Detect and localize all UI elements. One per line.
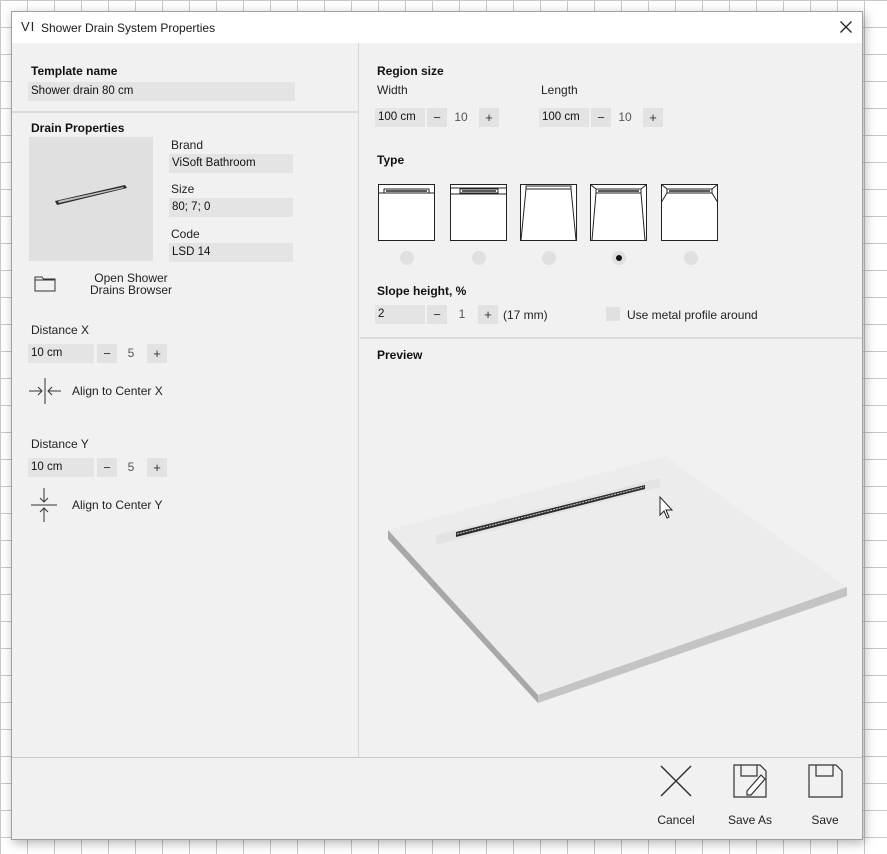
brand-value: ViSoft Bathroom — [169, 154, 293, 173]
drain-image — [55, 185, 127, 205]
type-option-4-icon[interactable] — [590, 184, 647, 241]
slope-mm-readout: (17 mm) — [503, 308, 548, 322]
align-center-x-button[interactable]: Align to Center X — [28, 377, 178, 405]
save-as-label: Save As — [727, 813, 773, 827]
type-title: Type — [377, 153, 405, 167]
slope-decrement[interactable]: − — [427, 305, 447, 324]
size-value: 80; 7; 0 — [169, 198, 293, 217]
type-option-3-icon[interactable] — [520, 184, 577, 241]
save-button[interactable]: Save — [792, 758, 858, 840]
distance-y-label: Distance Y — [31, 437, 89, 451]
align-center-y-icon — [31, 488, 57, 522]
save-icon — [808, 764, 843, 798]
distance-y-decrement[interactable]: − — [97, 458, 117, 477]
width-step: 10 — [454, 110, 468, 124]
type-option-2-icon[interactable] — [450, 184, 507, 241]
slope-height-input[interactable]: 2 — [375, 305, 425, 324]
title-bar: VI Shower Drain System Properties — [12, 12, 862, 43]
open-browser-label: Open Shower Drains Browser — [89, 271, 173, 297]
left-pane: Template name Shower drain 80 cm Drain P… — [12, 43, 359, 757]
length-increment[interactable]: + — [643, 108, 663, 127]
align-center-x-label: Align to Center X — [72, 384, 163, 398]
divider — [12, 111, 359, 113]
slope-step: 1 — [458, 307, 466, 321]
width-input[interactable]: 100 cm — [375, 108, 425, 127]
type-option-5-icon[interactable] — [661, 184, 718, 241]
distance-x-input[interactable]: 10 cm — [28, 344, 94, 363]
size-label: Size — [171, 182, 195, 196]
length-step: 10 — [618, 110, 632, 124]
cancel-label: Cancel — [657, 813, 695, 827]
length-decrement[interactable]: − — [591, 108, 611, 127]
metal-profile-label: Use metal profile around — [627, 308, 758, 322]
distance-y-increment[interactable]: + — [147, 458, 167, 477]
brand-label: Brand — [171, 138, 204, 152]
distance-y-input[interactable]: 10 cm — [28, 458, 94, 477]
folder-icon — [34, 276, 56, 292]
drain-properties-title: Drain Properties — [31, 121, 125, 135]
distance-x-increment[interactable]: + — [147, 344, 167, 363]
cancel-button[interactable]: Cancel — [643, 758, 709, 840]
right-pane: Region size Width 100 cm − 10 + Length 1… — [360, 43, 862, 757]
region-size-title: Region size — [377, 64, 444, 78]
distance-x-decrement[interactable]: − — [97, 344, 117, 363]
cancel-x-icon — [660, 765, 692, 797]
width-label: Width — [377, 83, 408, 97]
template-name-input[interactable]: Shower drain 80 cm — [28, 82, 295, 101]
dialog-body: Template name Shower drain 80 cm Drain P… — [12, 43, 862, 757]
type-radio-2[interactable] — [472, 251, 486, 265]
preview-3d-tray — [388, 456, 847, 703]
code-value: LSD 14 — [169, 243, 293, 262]
type-radio-3[interactable] — [542, 251, 556, 265]
align-center-x-icon — [29, 378, 61, 404]
slope-increment[interactable]: + — [478, 305, 498, 324]
app-logo: VI — [21, 19, 36, 34]
window-title: Shower Drain System Properties — [41, 21, 216, 35]
distance-x-label: Distance X — [31, 323, 90, 337]
type-radio-1[interactable] — [400, 251, 414, 265]
dialog-footer: Cancel Save As Save — [12, 757, 862, 839]
save-as-icon — [733, 764, 767, 798]
code-label: Code — [171, 227, 200, 241]
distance-y-step: 5 — [127, 460, 135, 474]
save-label: Save — [811, 813, 839, 827]
distance-x-step: 5 — [127, 346, 135, 360]
shower-drain-properties-dialog: VI Shower Drain System Properties Templa… — [11, 11, 863, 840]
preview-title: Preview — [377, 348, 423, 362]
slope-height-title: Slope height, % — [377, 284, 467, 298]
drain-thumbnail — [29, 137, 153, 261]
close-icon — [840, 21, 852, 33]
type-option-1-icon[interactable] — [378, 184, 435, 241]
length-input[interactable]: 100 cm — [539, 108, 589, 127]
length-label: Length — [541, 83, 578, 97]
type-radio-4[interactable] — [612, 251, 626, 265]
save-as-button[interactable]: Save As — [717, 758, 783, 840]
width-increment[interactable]: + — [479, 108, 499, 127]
type-radio-5[interactable] — [684, 251, 698, 265]
open-shower-drains-browser-button[interactable]: Open Shower Drains Browser — [29, 271, 199, 301]
width-decrement[interactable]: − — [427, 108, 447, 127]
close-button[interactable] — [830, 12, 862, 43]
metal-profile-checkbox[interactable] — [606, 307, 620, 321]
template-name-label: Template name — [31, 64, 118, 78]
align-center-y-button[interactable]: Align to Center Y — [28, 487, 178, 523]
align-center-y-label: Align to Center Y — [72, 498, 163, 512]
divider — [360, 337, 862, 339]
